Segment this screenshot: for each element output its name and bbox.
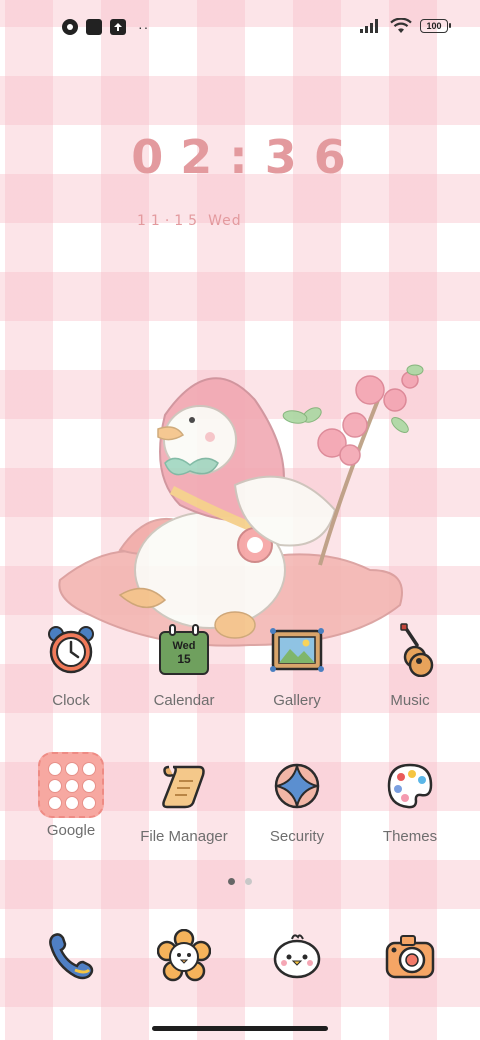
- app-label: Themes: [382, 828, 438, 845]
- weekday-text: Wed: [208, 213, 242, 229]
- app-folder-google[interactable]: Google: [11, 752, 131, 839]
- palette-icon: [382, 758, 438, 814]
- app-themes[interactable]: Themes: [350, 758, 470, 845]
- clock-widget-date[interactable]: 11·15 Wed: [137, 213, 242, 229]
- app-label: File Manager: [140, 828, 228, 845]
- app-gallery[interactable]: Gallery: [237, 622, 357, 709]
- scroll-icon: [156, 758, 212, 814]
- camera-icon: [382, 928, 438, 984]
- notification-icons: ··: [62, 19, 149, 35]
- app-label: Security: [269, 828, 325, 845]
- app-label: Google: [46, 822, 96, 839]
- picture-frame-icon: [269, 622, 325, 678]
- chick-icon: [269, 928, 325, 984]
- page-dot-active[interactable]: [228, 878, 235, 885]
- square-app-icon: [86, 19, 102, 35]
- mini-app-icon: [65, 779, 79, 793]
- app-label: Gallery: [273, 692, 321, 709]
- signal-icon: [360, 19, 378, 33]
- battery-level: 100: [426, 21, 442, 31]
- mini-app-icon: [48, 762, 62, 776]
- alarm-clock-icon: [43, 622, 99, 678]
- folder-icon: [38, 752, 104, 818]
- app-security[interactable]: Security: [237, 758, 357, 845]
- clock-widget-time[interactable]: 02:36: [0, 130, 480, 184]
- circle-app-icon: [62, 19, 78, 35]
- app-label: Calendar: [153, 692, 215, 709]
- shield-cross-icon: [269, 758, 325, 814]
- app-calendar[interactable]: Wed 15 Calendar: [124, 622, 244, 709]
- mini-app-icon: [48, 796, 62, 810]
- mini-app-icon: [65, 762, 79, 776]
- flower-face-icon: [156, 928, 212, 984]
- guitar-icon: [382, 622, 438, 678]
- home-gesture-bar[interactable]: [152, 1026, 328, 1031]
- page-dot[interactable]: [245, 878, 252, 885]
- dock-app-flower[interactable]: [124, 928, 244, 984]
- mini-app-icon: [65, 796, 79, 810]
- dock-camera[interactable]: [350, 928, 470, 984]
- app-clock[interactable]: Clock: [11, 622, 131, 709]
- phone-icon: [43, 928, 99, 984]
- calendar-icon-day: Wed: [172, 640, 196, 652]
- dock-phone[interactable]: [11, 928, 131, 984]
- calendar-icon-date: 15: [177, 652, 191, 666]
- wifi-icon: [390, 18, 412, 33]
- page-indicator[interactable]: [0, 878, 480, 885]
- date-text: 11·15: [137, 213, 203, 229]
- calendar-icon: Wed 15: [156, 622, 212, 678]
- mini-app-icon: [48, 779, 62, 793]
- app-label: Clock: [52, 692, 90, 709]
- app-music[interactable]: Music: [350, 622, 470, 709]
- mini-app-icon: [82, 762, 96, 776]
- mini-app-icon: [82, 796, 96, 810]
- app-file-manager[interactable]: File Manager: [124, 758, 244, 845]
- system-icons: 100: [360, 18, 451, 34]
- mini-app-icon: [82, 779, 96, 793]
- more-notifications: ··: [138, 19, 150, 35]
- battery-icon: 100: [420, 19, 451, 33]
- app-label: Music: [390, 692, 430, 709]
- upload-icon: [110, 19, 126, 35]
- dock-app-chick[interactable]: [237, 928, 357, 984]
- status-bar: ·· 100: [0, 14, 480, 42]
